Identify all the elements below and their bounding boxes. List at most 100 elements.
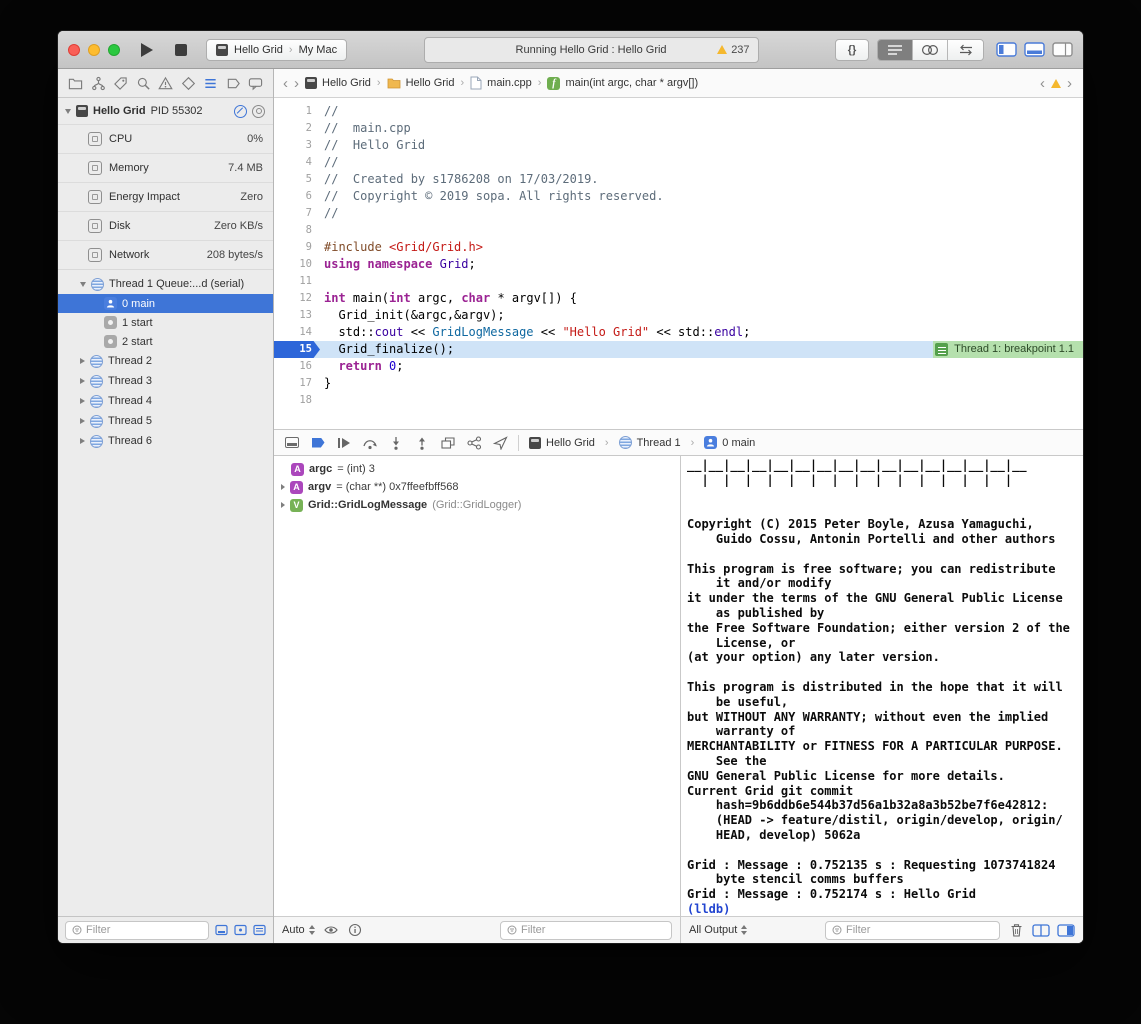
thread-row[interactable]: Thread 3 <box>58 371 273 391</box>
code-line[interactable]: 9#include <Grid/Grid.h> <box>274 239 1083 256</box>
breakpoint-line-number[interactable]: 15 <box>274 341 320 358</box>
variables-scope-popup[interactable]: Auto <box>282 924 315 936</box>
jumpbar-file[interactable]: main.cpp <box>470 76 532 90</box>
code-line[interactable]: 6// Copyright © 2019 sopa. All rights re… <box>274 188 1083 205</box>
close-button[interactable] <box>68 44 80 56</box>
line-number[interactable]: 14 <box>274 324 320 341</box>
line-number[interactable]: 4 <box>274 154 320 171</box>
clear-console-button[interactable] <box>1008 922 1024 938</box>
console-only-button[interactable] <box>1057 922 1075 938</box>
code-line[interactable]: 3// Hello Grid <box>274 137 1083 154</box>
standard-editor-button[interactable] <box>878 40 913 60</box>
step-out-button[interactable] <box>414 435 430 451</box>
find-navigator-tab[interactable] <box>135 75 152 92</box>
variable-row[interactable]: A argc = (int) 3 <box>274 460 680 478</box>
disclosure-triangle-icon[interactable] <box>281 484 285 490</box>
toggle-navigator-button[interactable] <box>996 42 1017 57</box>
code-line[interactable]: 5// Created by s1786208 on 17/03/2019. <box>274 171 1083 188</box>
symbol-navigator-tab[interactable] <box>112 75 129 92</box>
project-navigator-tab[interactable] <box>67 75 84 92</box>
disclosure-triangle-icon[interactable] <box>80 418 85 424</box>
code-line[interactable]: 14 std::cout << GridLogMessage << "Hello… <box>274 324 1083 341</box>
toggle-debug-area-button[interactable] <box>1024 42 1045 57</box>
stop-button[interactable] <box>168 38 194 62</box>
issue-navigator-tab[interactable] <box>157 75 174 92</box>
jumpbar-group[interactable]: Hello Grid <box>387 77 455 89</box>
thread-row[interactable]: Thread 4 <box>58 391 273 411</box>
line-number[interactable]: 16 <box>274 358 320 375</box>
thread-row[interactable]: Thread 6 <box>58 431 273 451</box>
debug-view-hierarchy-button[interactable] <box>440 435 456 451</box>
thread-row[interactable]: Thread 2 <box>58 351 273 371</box>
line-number[interactable]: 6 <box>274 188 320 205</box>
line-number[interactable]: 1 <box>274 103 320 120</box>
breakpoint-navigator-tab[interactable] <box>225 75 242 92</box>
line-number[interactable]: 8 <box>274 222 320 239</box>
code-line[interactable]: 4// <box>274 154 1083 171</box>
library-button[interactable]: {} <box>835 39 869 61</box>
breakpoint-annotation[interactable]: Thread 1: breakpoint 1.1 <box>933 341 1083 358</box>
source-editor[interactable]: 1//2// main.cpp3// Hello Grid4//5// Crea… <box>274 98 1083 429</box>
stack-frame-row[interactable]: 1 start <box>58 313 273 332</box>
scheme-target[interactable]: Hello Grid <box>234 44 283 56</box>
line-number[interactable]: 13 <box>274 307 320 324</box>
jumpbar-symbol[interactable]: main(int argc, char * argv[]) <box>547 77 698 90</box>
line-number[interactable]: 12 <box>274 290 320 307</box>
test-navigator-tab[interactable] <box>180 75 197 92</box>
gauge-row-energy[interactable]: Energy Impact Zero <box>58 182 273 211</box>
line-number[interactable]: 11 <box>274 273 320 290</box>
disclosure-triangle-icon[interactable] <box>65 109 71 114</box>
assistant-editor-button[interactable] <box>913 40 948 60</box>
quicklook-button[interactable] <box>323 922 339 938</box>
code-line[interactable]: 12int main(int argc, char * argv[]) { <box>274 290 1083 307</box>
disclosure-triangle-icon[interactable] <box>80 358 85 364</box>
code-line[interactable]: 15 Grid_finalize();Thread 1: breakpoint … <box>274 341 1083 358</box>
line-number[interactable]: 10 <box>274 256 320 273</box>
gauge-row-disk[interactable]: Disk Zero KB/s <box>58 211 273 240</box>
variable-row[interactable]: V Grid::GridLogMessage (Grid::GridLogger… <box>274 496 680 514</box>
code-line[interactable]: 11 <box>274 273 1083 290</box>
variables-filter-field[interactable]: Filter <box>500 921 672 940</box>
toggle-inspector-button[interactable] <box>1052 42 1073 57</box>
step-over-button[interactable] <box>362 435 378 451</box>
line-number[interactable]: 5 <box>274 171 320 188</box>
gauge-row-network[interactable]: Network 208 bytes/s <box>58 240 273 269</box>
code-line[interactable]: 13 Grid_init(&argc,&argv); <box>274 307 1083 324</box>
split-console-button[interactable] <box>1032 922 1050 938</box>
stack-frame-row[interactable]: 0 main <box>58 294 273 313</box>
disclosure-triangle-icon[interactable] <box>80 378 85 384</box>
code-line[interactable]: 8 <box>274 222 1083 239</box>
info-button[interactable] <box>347 922 363 938</box>
gauge-row-cpu[interactable]: CPU 0% <box>58 124 273 153</box>
code-line[interactable]: 2// main.cpp <box>274 120 1083 137</box>
memory-graph-button[interactable] <box>466 435 482 451</box>
debug-crumb-process[interactable]: Hello Grid <box>529 437 595 449</box>
warning-count-button[interactable]: 237 <box>717 38 749 62</box>
process-row[interactable]: Hello Grid PID 55302 <box>58 98 273 124</box>
minimize-button[interactable] <box>88 44 100 56</box>
process-view-mode-icon[interactable] <box>252 105 265 118</box>
code-line[interactable]: 18 <box>274 392 1083 409</box>
code-line[interactable]: 17} <box>274 375 1083 392</box>
simulate-location-button[interactable] <box>492 435 508 451</box>
report-navigator-tab[interactable] <box>247 75 264 92</box>
debug-navigator-tab[interactable] <box>202 75 219 92</box>
scheme-destination[interactable]: My Mac <box>299 44 338 56</box>
line-number[interactable]: 2 <box>274 120 320 137</box>
code-line[interactable]: 16 return 0; <box>274 358 1083 375</box>
console-output-popup[interactable]: All Output <box>689 924 747 936</box>
code-line[interactable]: 10using namespace Grid; <box>274 256 1083 273</box>
step-into-button[interactable] <box>388 435 404 451</box>
flatten-stack-button[interactable] <box>215 924 228 936</box>
thread-row[interactable]: Thread 1 Queue:...d (serial) <box>58 274 273 294</box>
gauge-row-memory[interactable]: Memory 7.4 MB <box>58 153 273 182</box>
console-output[interactable]: __|__|__|__|__|__|__|__|__|__|__|__|__|_… <box>681 456 1083 916</box>
debug-crumb-frame[interactable]: 0 main <box>704 436 755 449</box>
console-filter-field[interactable]: Filter <box>825 921 1000 940</box>
line-number[interactable]: 7 <box>274 205 320 222</box>
debug-crumb-thread[interactable]: Thread 1 <box>619 436 681 449</box>
hide-debug-area-button[interactable] <box>284 435 300 451</box>
variable-row[interactable]: A argv = (char **) 0x7ffeefbff568 <box>274 478 680 496</box>
filter-view-button[interactable] <box>253 924 266 936</box>
back-button[interactable]: ‹ <box>283 76 288 91</box>
